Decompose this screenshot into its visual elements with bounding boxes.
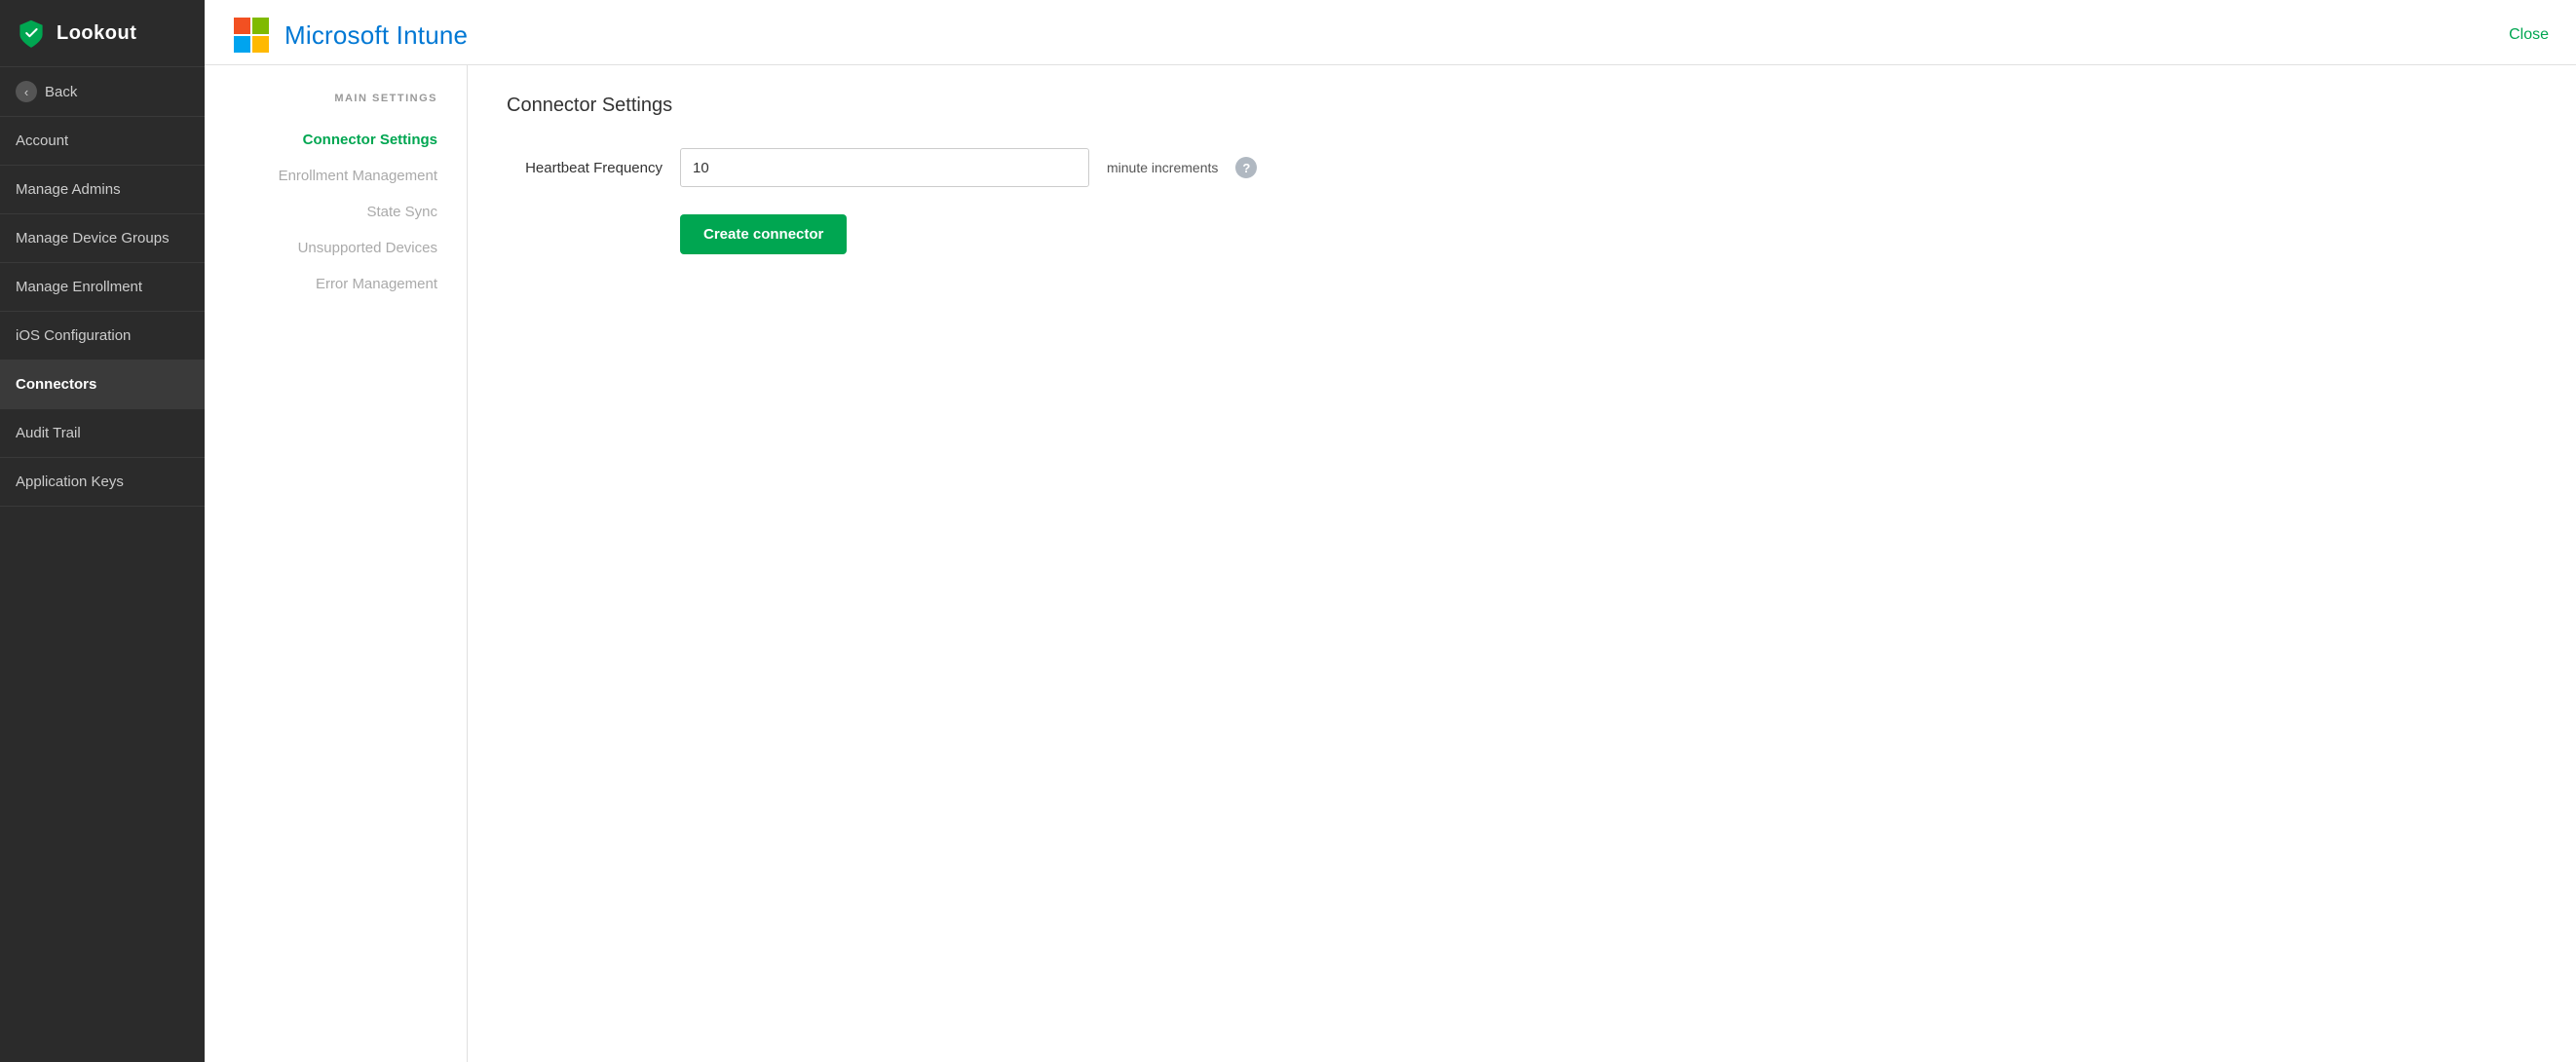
sidebar-item-audit-trail[interactable]: Audit Trail [0,409,205,458]
lookout-shield-icon [16,18,47,49]
sidebar-nav: Account Manage Admins Manage Device Grou… [0,117,205,1062]
minute-increments-label: minute increments [1107,160,1218,175]
sidebar-item-manage-device-groups[interactable]: Manage Device Groups [0,214,205,263]
topbar-left: Microsoft Intune [232,16,468,55]
chevron-left-icon: ‹ [16,81,37,102]
sidebar-item-manage-admins[interactable]: Manage Admins [0,166,205,214]
settings-nav-error-management[interactable]: Error Management [205,266,467,302]
main-area: Microsoft Intune Close MAIN SETTINGS Con… [205,0,2576,1062]
connector-settings-title: Connector Settings [507,95,2537,117]
settings-nav-section-title: MAIN SETTINGS [334,93,467,104]
sidebar-logo: Lookout [0,0,205,67]
heartbeat-input[interactable] [680,148,1089,187]
sidebar-item-ios-configuration[interactable]: iOS Configuration [0,312,205,360]
sidebar-item-manage-enrollment[interactable]: Manage Enrollment [0,263,205,312]
topbar-title: Microsoft Intune [284,20,468,51]
close-button[interactable]: Close [2509,26,2549,44]
sidebar-item-account[interactable]: Account [0,117,205,166]
back-button[interactable]: ‹ Back [0,67,205,117]
settings-nav-panel: MAIN SETTINGS Connector Settings Enrollm… [205,65,468,1062]
settings-content-panel: Connector Settings Heartbeat Frequency m… [468,65,2576,1062]
settings-nav-unsupported-devices[interactable]: Unsupported Devices [205,230,467,266]
help-icon[interactable]: ? [1235,157,1257,178]
content-area: MAIN SETTINGS Connector Settings Enrollm… [205,65,2576,1062]
create-connector-button[interactable]: Create connector [680,214,847,254]
back-label: Back [45,84,77,100]
settings-nav-state-sync[interactable]: State Sync [205,194,467,230]
settings-nav-connector-settings[interactable]: Connector Settings [205,122,467,158]
settings-nav-enrollment-management[interactable]: Enrollment Management [205,158,467,194]
heartbeat-frequency-row: Heartbeat Frequency minute increments ? [507,148,2537,187]
sidebar-item-application-keys[interactable]: Application Keys [0,458,205,507]
microsoft-logo-icon [232,16,271,55]
heartbeat-label: Heartbeat Frequency [507,160,663,176]
topbar: Microsoft Intune Close [205,0,2576,65]
sidebar: Lookout ‹ Back Account Manage Admins Man… [0,0,205,1062]
sidebar-item-connectors[interactable]: Connectors [0,360,205,409]
sidebar-logo-text: Lookout [57,22,136,45]
